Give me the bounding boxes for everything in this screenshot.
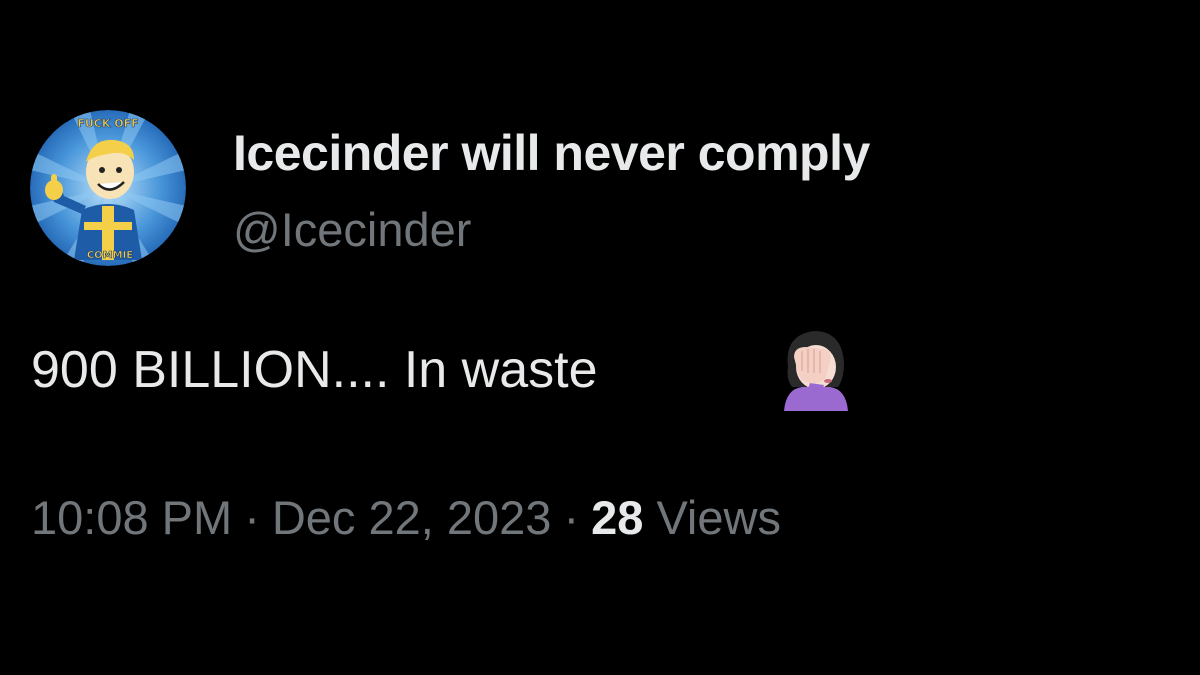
display-name[interactable]: Icecinder will never comply [233, 124, 870, 182]
views-label[interactable]: Views [656, 491, 781, 544]
avatar-top-text: FUCK OFF [77, 117, 138, 130]
tweet-text: 900 BILLION.... In waste [31, 341, 598, 399]
views-count[interactable]: 28 [591, 491, 643, 544]
meta-separator: · [244, 491, 260, 544]
vault-boy-avatar-image: FUCK OFF COMMIE [30, 110, 186, 266]
tweet-meta: 10:08 PM · Dec 22, 2023 · 28 Views [31, 490, 781, 545]
face-palm-emoji-icon [784, 331, 848, 411]
tweet-time[interactable]: 10:08 PM [31, 491, 232, 544]
avatar-bottom-text: COMMIE [87, 250, 133, 261]
tweet-card: FUCK OFF COMMIE Icecinder will never com… [0, 0, 1200, 675]
user-handle[interactable]: @Icecinder [233, 202, 471, 257]
tweet-date[interactable]: Dec 22, 2023 [272, 491, 552, 544]
meta-separator: · [563, 491, 580, 544]
avatar[interactable]: FUCK OFF COMMIE [30, 110, 186, 266]
